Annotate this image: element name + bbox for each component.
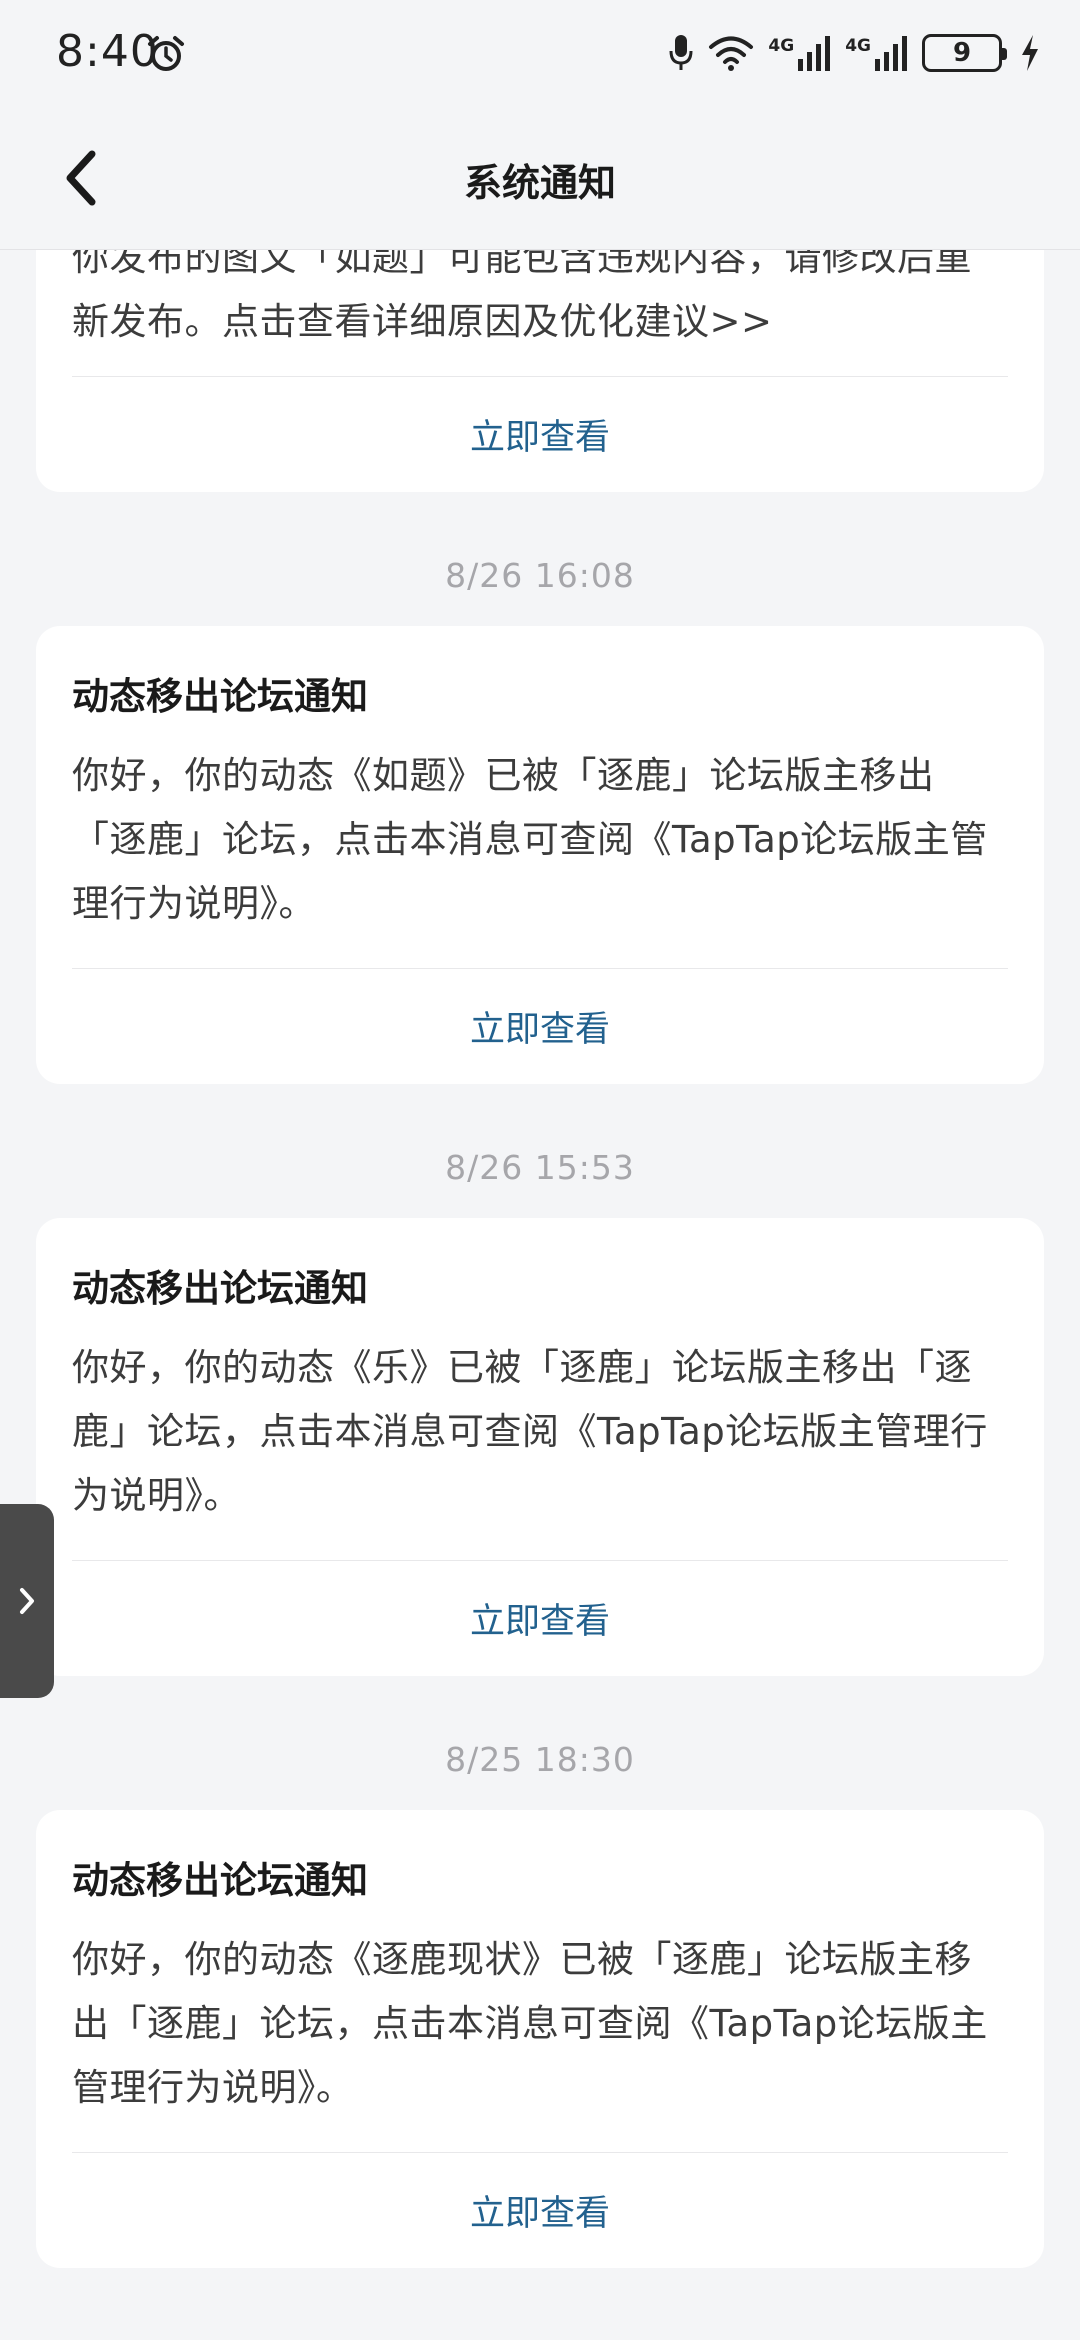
notification-timestamp: 8/26 15:53 <box>445 1148 635 1187</box>
page-title: 系统通知 <box>463 161 616 205</box>
signal-bars-icon <box>798 36 831 71</box>
notification-body: 你好，你的动态《逐鹿现状》已被「逐鹿」论坛版主移出「逐鹿」论坛，点击本消息可查阅… <box>72 1938 988 2109</box>
notification-card[interactable]: 动态移出论坛通知 你好，你的动态《如题》已被「逐鹿」论坛版主移出「逐鹿」论坛，点… <box>36 626 1044 1084</box>
notification-timestamp: 8/25 18:30 <box>445 1740 635 1779</box>
top-app-bar: 系统通知 <box>0 110 1080 250</box>
notification-title: 动态移出论坛通知 <box>72 1859 368 1902</box>
notification-card[interactable]: 动态移出论坛通知 你好，你的动态《逐鹿现状》已被「逐鹿」论坛版主移出「逐鹿」论坛… <box>36 1810 1044 2268</box>
cellular-signal-1: 4G <box>768 35 831 71</box>
status-time: 8:40 <box>56 26 159 77</box>
view-now-button[interactable]: 立即查看 <box>36 2152 1044 2268</box>
microphone-icon <box>669 35 693 70</box>
notification-body: 你好，你的动态《如题》已被「逐鹿」论坛版主移出「逐鹿」论坛，点击本消息可查阅《T… <box>72 754 988 925</box>
cellular-signal-2: 4G <box>845 35 908 71</box>
screen: 你发布的图文「如题」可能包含违规内容，请修改后重新发布。点击查看详细原因及优化建… <box>0 0 1080 2340</box>
lightning-icon <box>1022 35 1038 71</box>
notification-title: 动态移出论坛通知 <box>72 675 368 718</box>
network-type-label: 4G <box>845 36 871 56</box>
notification-title: 动态移出论坛通知 <box>72 1267 368 1310</box>
wifi-icon <box>709 36 754 71</box>
status-bar: 8:40 4G 4G 9 <box>0 0 1080 110</box>
battery-indicator: 9 <box>922 34 1007 72</box>
view-now-button[interactable]: 立即查看 <box>36 968 1044 1084</box>
notification-timestamp: 8/26 16:08 <box>445 556 635 595</box>
network-type-label: 4G <box>768 36 795 56</box>
notification-body: 你好，你的动态《乐》已被「逐鹿」论坛版主移出「逐鹿」论坛，点击本消息可查阅《Ta… <box>72 1346 988 1517</box>
signal-bars-icon <box>875 36 907 71</box>
battery-level: 9 <box>952 38 972 68</box>
view-now-button[interactable]: 立即查看 <box>36 1560 1044 1676</box>
status-icons: 4G 4G 9 <box>668 30 1040 76</box>
side-expand-tab[interactable] <box>0 1504 54 1698</box>
view-now-button[interactable]: 立即查看 <box>36 376 1044 492</box>
alarm-clock-icon <box>148 36 184 71</box>
chevron-right-icon <box>20 1588 34 1614</box>
notification-card[interactable]: 动态移出论坛通知 你好，你的动态《乐》已被「逐鹿」论坛版主移出「逐鹿」论坛，点击… <box>36 1218 1044 1676</box>
notification-feed[interactable]: 你发布的图文「如题」可能包含违规内容，请修改后重新发布。点击查看详细原因及优化建… <box>0 0 1080 2340</box>
